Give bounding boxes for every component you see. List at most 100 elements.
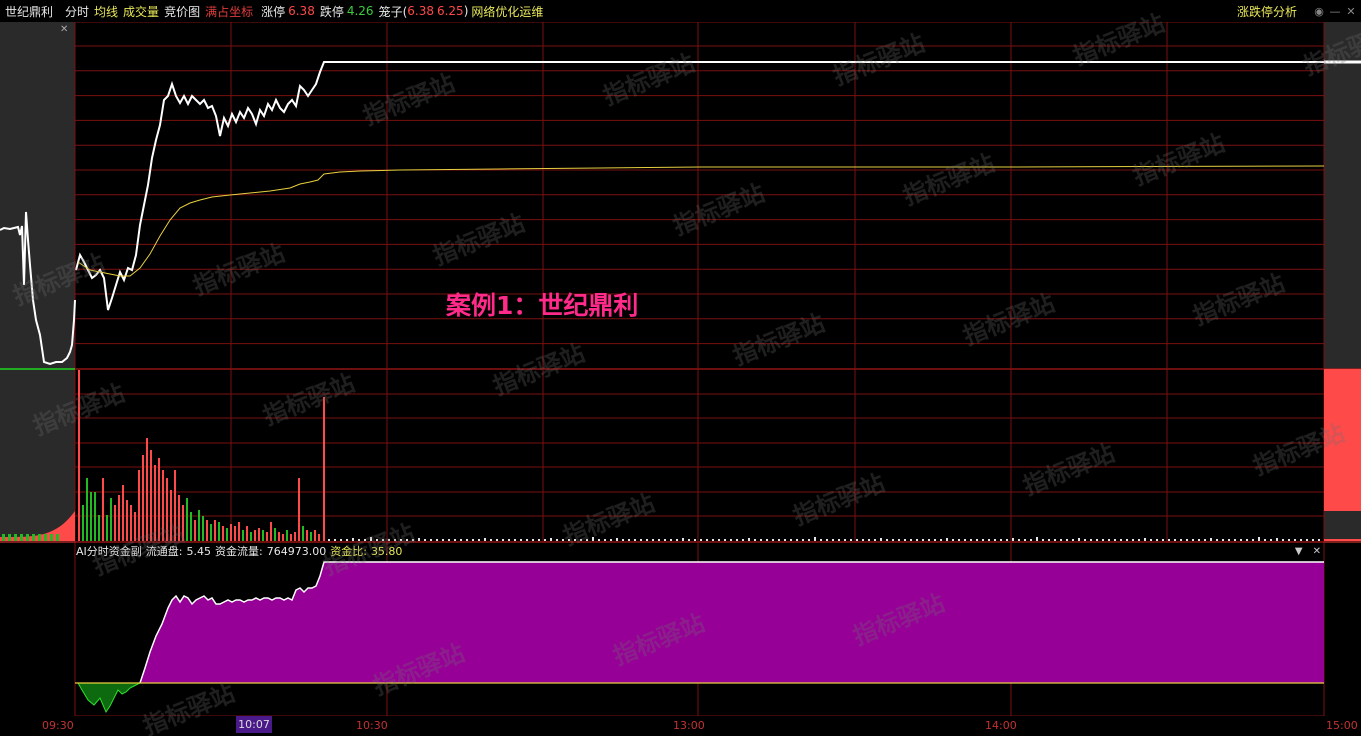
volume-bar-small — [370, 537, 372, 541]
volume-bar — [126, 500, 128, 541]
volume-bar-small — [1114, 539, 1116, 541]
industry-tag[interactable]: 网络优化运维 — [471, 3, 543, 20]
volume-bar-small — [400, 539, 402, 541]
volume-bars — [78, 370, 1320, 541]
volume-bar — [158, 458, 160, 541]
pre-volume-green — [56, 534, 59, 541]
volume-bar-small — [382, 539, 384, 541]
volume-bar-small — [766, 539, 768, 541]
pre-volume-green — [32, 534, 35, 541]
tab-fenshi[interactable]: 分时 — [65, 3, 89, 20]
volume-bar — [294, 532, 296, 541]
volume-bar-small — [982, 539, 984, 541]
volume-bar-small — [412, 539, 414, 541]
volume-bar-small — [688, 539, 690, 541]
volume-bar-small — [358, 539, 360, 541]
volume-bar-small — [916, 539, 918, 541]
volume-bar-small — [760, 539, 762, 541]
volume-bar — [318, 534, 320, 541]
volume-bar-small — [646, 539, 648, 541]
volume-bar-small — [514, 539, 516, 541]
volume-bar-small — [838, 539, 840, 541]
flow-value: 764973.00 — [266, 544, 327, 558]
volume-bar-small — [676, 539, 678, 541]
volume-bar-small — [850, 539, 852, 541]
volume-bar — [286, 530, 288, 541]
minimize-icon[interactable]: — — [1329, 5, 1341, 18]
volume-bar-small — [958, 539, 960, 541]
subchart-title[interactable]: AI分时资金副 — [76, 543, 142, 559]
ratio-value: 35.80 — [370, 544, 403, 558]
time-label-1500: 15:00 — [1326, 719, 1358, 732]
volume-bar-small — [352, 538, 354, 541]
volume-bar-small — [910, 539, 912, 541]
chart-toolbar: 世纪鼎利 分时 均线 成交量 竞价图 满占坐标 涨停 6.38 跌停 4.26 … — [0, 0, 1361, 22]
auction-chart-button[interactable]: 竞价图 — [164, 3, 200, 20]
volume-bar-small — [1240, 539, 1242, 541]
volume-bar-small — [526, 539, 528, 541]
pre-panel-close-icon[interactable]: ✕ — [60, 24, 68, 35]
volume-bar — [282, 534, 284, 541]
volume-bar-small — [610, 539, 612, 541]
volume-bar-small — [1204, 539, 1206, 541]
volume-bar-small — [742, 539, 744, 541]
volume-bar-small — [730, 539, 732, 541]
volume-bar-small — [442, 539, 444, 541]
close-icon[interactable]: ✕ — [1345, 5, 1357, 18]
volume-bar-small — [886, 539, 888, 541]
volume-bar-small — [1084, 539, 1086, 541]
volume-bar-small — [922, 539, 924, 541]
settings-icon[interactable]: ◉ — [1313, 5, 1325, 18]
volume-bar — [262, 530, 264, 541]
volume-bar — [78, 370, 80, 541]
volume-bar-small — [1102, 539, 1104, 541]
volume-bar — [170, 490, 172, 541]
volume-bar-small — [628, 539, 630, 541]
cursor-time-badge: 10:07 — [236, 716, 272, 733]
subchart-dropdown-icon[interactable]: ▼ — [1295, 546, 1303, 557]
volume-bar-small — [1186, 539, 1188, 541]
pre-volume-green — [20, 534, 23, 541]
volume-bar-small — [508, 539, 510, 541]
float-label: 流通盘: — [145, 545, 183, 558]
volume-bar-small — [652, 539, 654, 541]
volume-bar-small — [1162, 539, 1164, 541]
cage-close: ) — [463, 4, 469, 18]
volume-bar-small — [1018, 539, 1020, 541]
cage-value-1: 6.38 — [407, 4, 434, 18]
pre-volume-green — [8, 534, 11, 541]
avg-line-toggle[interactable]: 均线 — [94, 3, 118, 20]
volume-bar-small — [724, 539, 726, 541]
sub-left-bg — [0, 543, 75, 716]
volume-bar-small — [1078, 538, 1080, 541]
subchart-close-icon[interactable]: ✕ — [1313, 546, 1321, 557]
volume-bar-small — [490, 539, 492, 541]
post-volume-block — [1324, 369, 1361, 511]
float-value: 5.45 — [186, 544, 212, 558]
volume-bar — [174, 470, 176, 541]
fullscreen-coords-toggle[interactable]: 满占坐标 — [205, 3, 253, 20]
volume-bar-small — [1294, 539, 1296, 541]
volume-bar-small — [772, 539, 774, 541]
volume-bar — [274, 528, 276, 541]
volume-bar — [98, 515, 100, 541]
cage-label: 笼子( — [378, 4, 408, 19]
volume-bar-small — [1252, 539, 1254, 541]
volume-bar — [298, 478, 300, 541]
chart-canvas[interactable] — [0, 22, 1361, 716]
volume-bar — [118, 495, 120, 541]
volume-bar — [166, 478, 168, 541]
ratio-label: 资金比: — [330, 545, 367, 558]
volume-bar — [146, 438, 148, 541]
volume-bar-small — [1312, 539, 1314, 541]
volume-bar — [106, 515, 108, 541]
volume-bar-small — [940, 539, 942, 541]
pre-volume-green — [38, 534, 41, 541]
volume-bar-small — [394, 539, 396, 541]
subchart-header: AI分时资金副 流通盘: 5.45 资金流量: 764973.00 资金比: 3… — [76, 543, 406, 559]
pre-volume-green — [44, 534, 47, 541]
volume-toggle[interactable]: 成交量 — [123, 3, 159, 20]
volume-bar-small — [1210, 538, 1212, 541]
volume-bar-small — [1318, 539, 1320, 541]
limit-analysis-button[interactable]: 涨跌停分析 — [1237, 3, 1297, 20]
